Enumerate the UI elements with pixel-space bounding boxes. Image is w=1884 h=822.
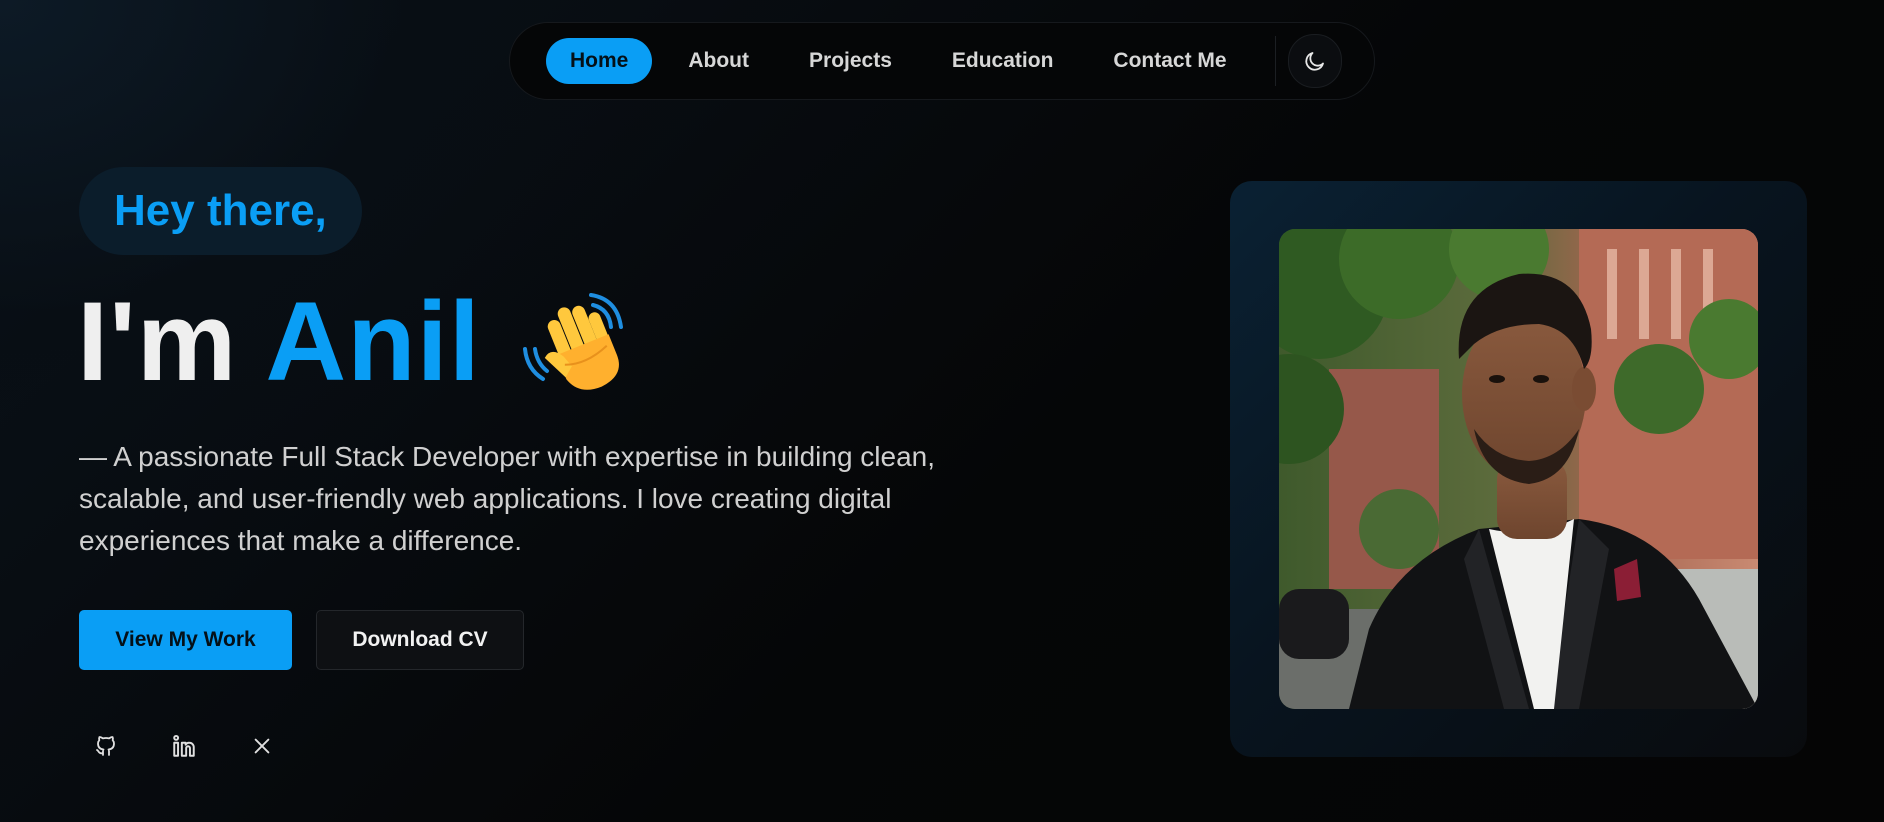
profile-photo-illustration [1279, 229, 1758, 709]
headline-name: Anil [265, 278, 481, 404]
moon-icon [1305, 52, 1324, 71]
hero-headline: I'm Anil [77, 276, 633, 406]
nav-link-home[interactable]: Home [546, 38, 653, 84]
linkedin-icon [173, 734, 195, 757]
view-my-work-button[interactable]: View My Work [79, 610, 292, 670]
linkedin-link[interactable] [162, 724, 206, 768]
top-navigation: Home About Projects Education Contact Me [509, 22, 1375, 100]
waving-hand-icon [522, 293, 623, 390]
github-icon [96, 736, 115, 756]
x-twitter-link[interactable] [240, 724, 284, 768]
page: Home About Projects Education Contact Me… [0, 0, 1884, 822]
nav-divider [1274, 36, 1276, 86]
social-links [84, 724, 318, 768]
headline-prefix: I'm [77, 278, 238, 404]
download-cv-button[interactable]: Download CV [316, 610, 524, 670]
theme-toggle-button[interactable] [1287, 34, 1342, 88]
nav-link-education[interactable]: Education [928, 38, 1078, 84]
nav-link-projects[interactable]: Projects [785, 38, 916, 84]
nav-link-about[interactable]: About [664, 38, 773, 84]
x-twitter-icon [254, 738, 270, 754]
profile-photo [1279, 229, 1758, 709]
github-link[interactable] [84, 724, 128, 768]
greeting-text: Hey there, [114, 186, 327, 235]
greeting-badge: Hey there, [79, 167, 362, 255]
nav-link-contact[interactable]: Contact Me [1089, 38, 1250, 84]
profile-photo-card [1230, 181, 1807, 757]
hero-bio: — A passionate Full Stack Developer with… [79, 441, 936, 556]
